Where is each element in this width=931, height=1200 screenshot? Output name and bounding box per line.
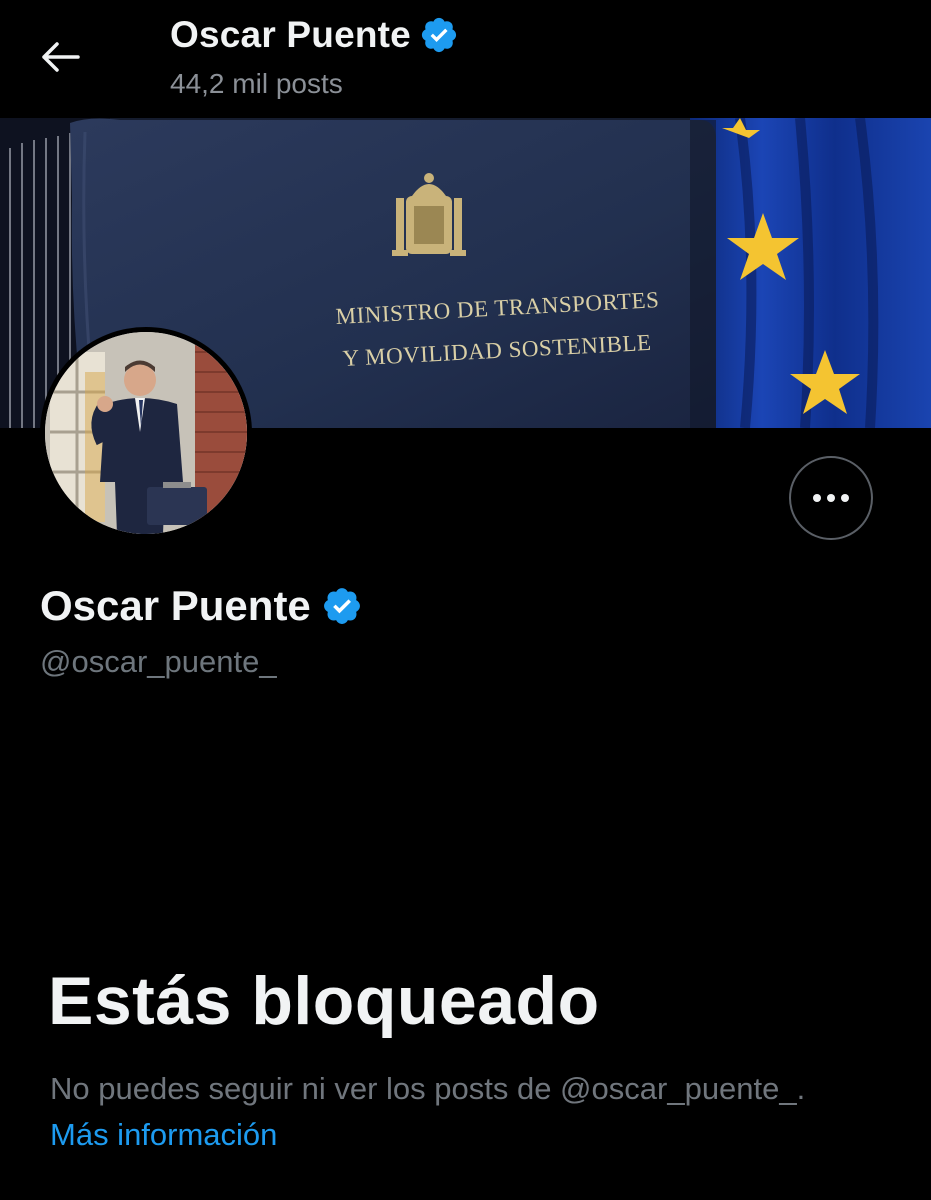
back-button[interactable]: [38, 34, 84, 80]
blocked-description-text: No puedes seguir ni ver los posts de @os…: [50, 1071, 806, 1106]
posts-count: 44,2 mil posts: [170, 68, 343, 99]
blocked-title: Estás bloqueado: [48, 963, 600, 1039]
more-options-button[interactable]: [789, 456, 873, 540]
header-name: Oscar Puente: [170, 14, 411, 55]
avatar[interactable]: [40, 327, 252, 539]
learn-more-link[interactable]: Más información: [50, 1117, 277, 1152]
blocked-description: No puedes seguir ni ver los posts de @os…: [50, 1066, 870, 1158]
verified-badge-icon: [421, 17, 457, 53]
profile-name-row: Oscar Puente: [40, 582, 363, 630]
more-options-icon-dot: [827, 494, 835, 502]
avatar-image: [45, 332, 247, 534]
verified-badge-icon[interactable]: [321, 585, 363, 627]
top-bar: Oscar Puente 44,2 mil posts: [0, 0, 931, 118]
more-options-icon: [813, 494, 821, 502]
arrow-left-icon: [42, 42, 80, 72]
more-options-icon-dot: [841, 494, 849, 502]
header-title-row: Oscar Puente: [170, 14, 459, 56]
profile-handle: @oscar_puente_: [40, 644, 277, 679]
profile-name: Oscar Puente: [40, 582, 311, 629]
